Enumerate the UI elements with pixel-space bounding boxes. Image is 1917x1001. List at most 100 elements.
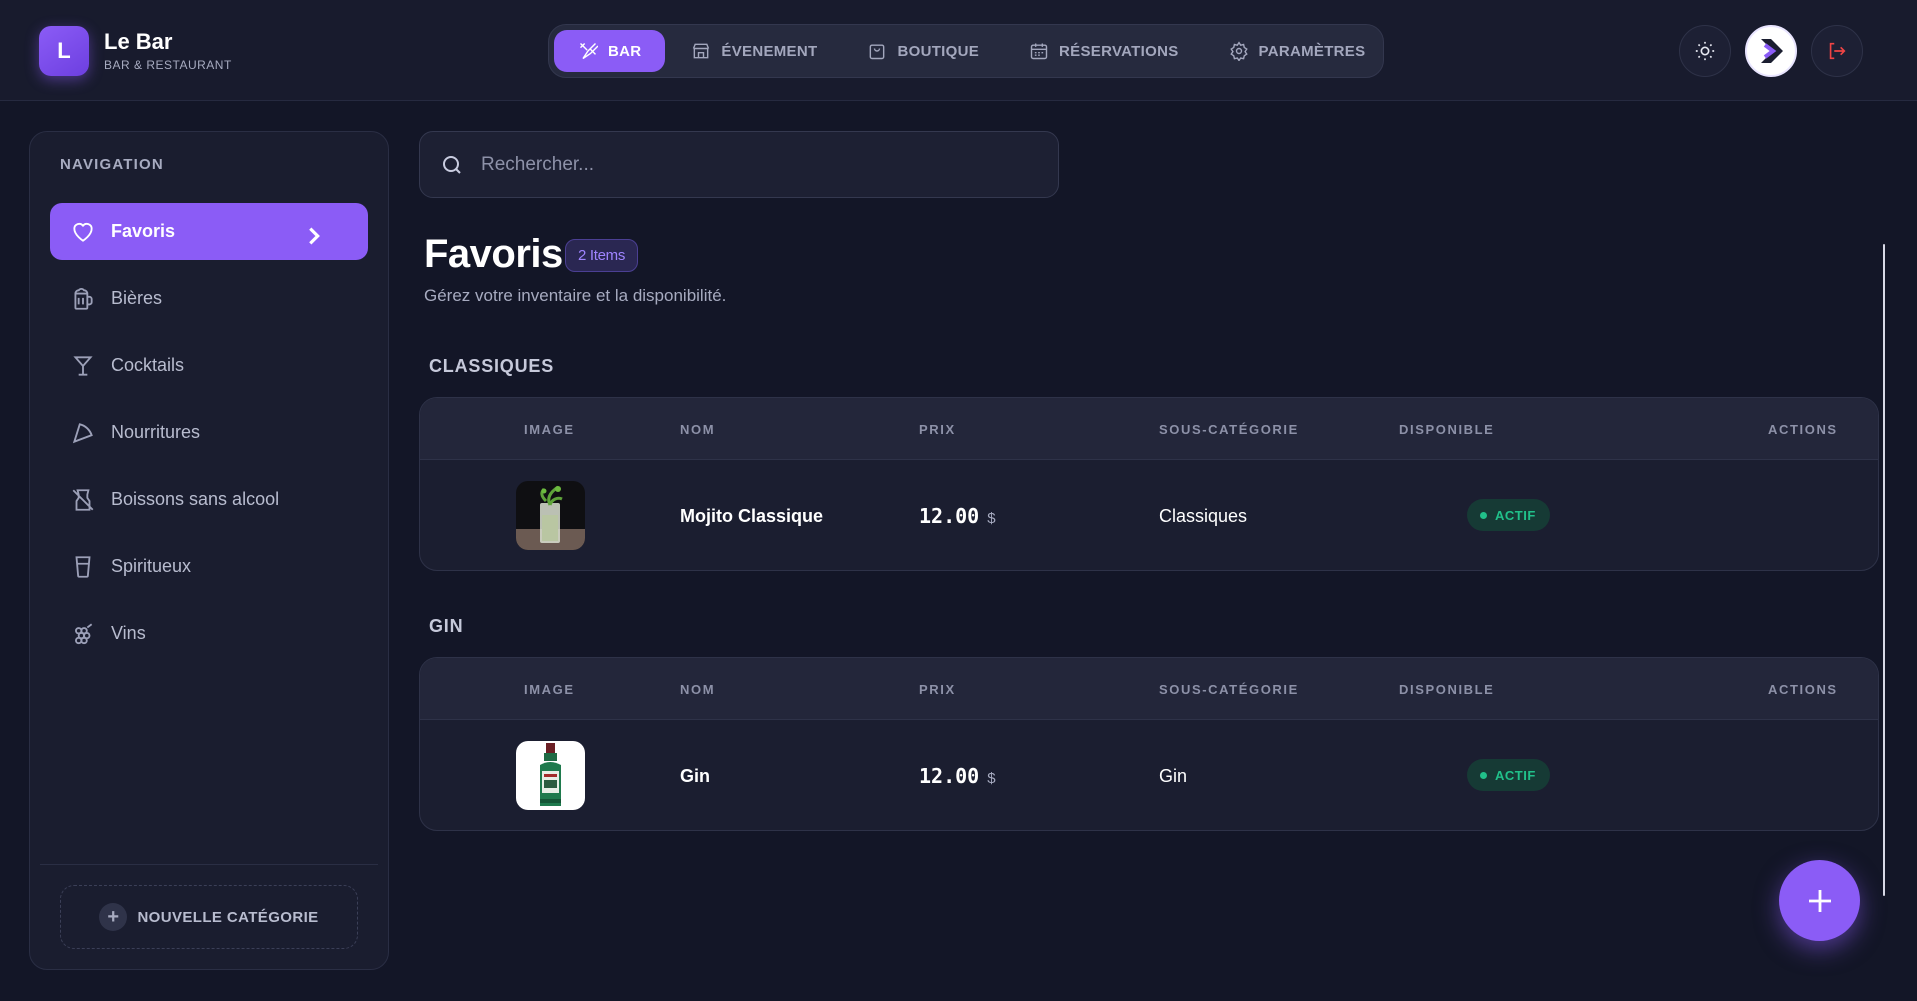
topnav-boutique-label: BOUTIQUE bbox=[897, 42, 980, 60]
table-header: IMAGE NOM PRIX SOUS-CATÉGORIE DISPONIBLE… bbox=[420, 658, 1878, 720]
table-gin: IMAGE NOM PRIX SOUS-CATÉGORIE DISPONIBLE… bbox=[419, 657, 1879, 831]
price-currency: $ bbox=[987, 770, 996, 787]
topnav-evenement[interactable]: ÉVENEMENT bbox=[667, 30, 841, 72]
topnav-bar-label: BAR bbox=[608, 42, 642, 60]
sidebar-item-cocktails[interactable]: Cocktails bbox=[50, 337, 368, 394]
th-available: DISPONIBLE bbox=[1399, 422, 1495, 437]
th-subcategory: SOUS-CATÉGORIE bbox=[1159, 422, 1299, 437]
table-header: IMAGE NOM PRIX SOUS-CATÉGORIE DISPONIBLE… bbox=[420, 398, 1878, 460]
new-category-button[interactable]: + NOUVELLE CATÉGORIE bbox=[60, 885, 358, 949]
chevron-right-icon bbox=[309, 227, 320, 245]
status-label: ACTIF bbox=[1495, 507, 1536, 523]
page-title: Favoris bbox=[424, 232, 563, 276]
product-price: 12.00 $ bbox=[919, 764, 996, 788]
sun-icon bbox=[1695, 41, 1715, 61]
th-actions: ACTIONS bbox=[1768, 682, 1838, 697]
search-icon bbox=[443, 155, 461, 174]
product-subcategory: Classiques bbox=[1159, 506, 1248, 526]
topnav-parametres[interactable]: PARAMÈTRES bbox=[1205, 30, 1390, 72]
th-name: NOM bbox=[680, 422, 716, 437]
price-value: 12.00 bbox=[919, 764, 980, 788]
items-count-badge: 2 Items bbox=[565, 239, 639, 272]
calendar-icon bbox=[1030, 43, 1048, 60]
th-image: IMAGE bbox=[524, 422, 575, 437]
sidebar-item-label: Bières bbox=[111, 288, 163, 308]
mojito-thumbnail bbox=[516, 481, 585, 550]
table-row[interactable]: Gin 12.00 $ Gin ACTIF bbox=[420, 720, 1878, 830]
topnav-reservations[interactable]: RÉSERVATIONS bbox=[1005, 30, 1202, 72]
product-price: 12.00 $ bbox=[919, 504, 996, 528]
sidebar-item-label: Cocktails bbox=[111, 355, 185, 375]
sidebar-item-label: Spiritueux bbox=[111, 556, 192, 576]
gear-icon bbox=[1229, 41, 1248, 61]
th-available: DISPONIBLE bbox=[1399, 682, 1495, 697]
sidebar-item-boissons-sans-alcool[interactable]: Boissons sans alcool bbox=[50, 471, 368, 528]
status-dot bbox=[1480, 511, 1487, 519]
heart-icon bbox=[73, 222, 93, 242]
sidebar-divider bbox=[40, 864, 378, 865]
logout-button[interactable] bbox=[1811, 25, 1863, 77]
glass-icon bbox=[75, 555, 91, 578]
sidebar-heading: NAVIGATION bbox=[60, 156, 164, 173]
th-price: PRIX bbox=[919, 422, 956, 437]
price-value: 12.00 bbox=[919, 504, 980, 528]
top-navigation: BAR ÉVENEMENT BOUTIQUE RÉSERVATIONS PARA… bbox=[548, 24, 1384, 78]
brand-logo: L bbox=[39, 26, 89, 76]
brand-text: Le Bar BAR & RESTAURANT bbox=[104, 28, 232, 73]
gin-bottle-image bbox=[516, 741, 585, 810]
scrollbar[interactable] bbox=[1883, 244, 1885, 896]
new-category-label: NOUVELLE CATÉGORIE bbox=[137, 908, 319, 926]
brand-subtitle: BAR & RESTAURANT bbox=[104, 58, 232, 73]
status-badge[interactable]: ACTIF bbox=[1467, 499, 1550, 531]
topnav-parametres-label: PARAMÈTRES bbox=[1258, 42, 1366, 60]
plus-icon: + bbox=[99, 903, 128, 931]
pizza-icon bbox=[72, 422, 93, 443]
user-avatar-button[interactable] bbox=[1745, 25, 1797, 77]
top-header: L Le Bar BAR & RESTAURANT BAR ÉVENEMENT … bbox=[0, 0, 1917, 101]
grape-icon bbox=[75, 623, 93, 644]
section-title-gin: GIN bbox=[429, 616, 464, 636]
no-alcohol-icon bbox=[72, 488, 94, 511]
sidebar-item-bieres[interactable]: Bières bbox=[50, 270, 368, 327]
brand[interactable]: L Le Bar BAR & RESTAURANT bbox=[39, 26, 232, 76]
store-icon bbox=[693, 43, 710, 59]
page-subtitle: Gérez votre inventaire et la disponibili… bbox=[424, 286, 727, 305]
utensils-crossed-icon bbox=[579, 42, 598, 60]
search-input[interactable] bbox=[481, 153, 1041, 176]
table-row[interactable]: Mojito Classique 12.00 $ Classiques ACTIF bbox=[420, 460, 1878, 570]
th-actions: ACTIONS bbox=[1768, 422, 1838, 437]
status-badge[interactable]: ACTIF bbox=[1467, 759, 1550, 791]
topnav-bar[interactable]: BAR bbox=[554, 30, 666, 72]
topnav-reservations-label: RÉSERVATIONS bbox=[1059, 42, 1179, 60]
product-subcategory: Gin bbox=[1159, 766, 1188, 786]
sidebar-item-favoris[interactable]: Favoris bbox=[50, 203, 368, 260]
sidebar: NAVIGATION Favoris Bières Cocktails Nour… bbox=[29, 131, 389, 970]
sidebar-item-label: Nourritures bbox=[111, 422, 201, 442]
table-classiques: IMAGE NOM PRIX SOUS-CATÉGORIE DISPONIBLE… bbox=[419, 397, 1879, 571]
brand-title: Le Bar bbox=[104, 28, 173, 54]
topnav-boutique[interactable]: BOUTIQUE bbox=[843, 30, 1003, 72]
status-dot bbox=[1480, 771, 1487, 779]
sidebar-item-label: Boissons sans alcool bbox=[111, 489, 280, 509]
mojito-image bbox=[516, 481, 585, 550]
user-avatar bbox=[1761, 39, 1783, 63]
th-subcategory: SOUS-CATÉGORIE bbox=[1159, 682, 1299, 697]
header-actions bbox=[1665, 25, 1863, 77]
sidebar-list: Favoris Bières Cocktails Nourritures Boi… bbox=[50, 203, 368, 672]
th-image: IMAGE bbox=[524, 682, 575, 697]
topnav-evenement-label: ÉVENEMENT bbox=[721, 42, 818, 60]
theme-toggle-button[interactable] bbox=[1679, 25, 1731, 77]
section-title-classiques: CLASSIQUES bbox=[429, 356, 555, 376]
add-item-button[interactable] bbox=[1779, 860, 1860, 941]
sidebar-item-spiritueux[interactable]: Spiritueux bbox=[50, 538, 368, 595]
status-label: ACTIF bbox=[1495, 767, 1536, 783]
logout-icon bbox=[1829, 42, 1846, 60]
sidebar-item-vins[interactable]: Vins bbox=[50, 605, 368, 662]
sidebar-item-nourritures[interactable]: Nourritures bbox=[50, 404, 368, 461]
martini-icon bbox=[73, 355, 93, 376]
price-currency: $ bbox=[987, 510, 996, 527]
sidebar-item-label: Favoris bbox=[111, 221, 176, 241]
th-price: PRIX bbox=[919, 682, 956, 697]
plus-icon bbox=[1808, 889, 1831, 912]
gin-bottle-thumbnail bbox=[516, 741, 585, 810]
